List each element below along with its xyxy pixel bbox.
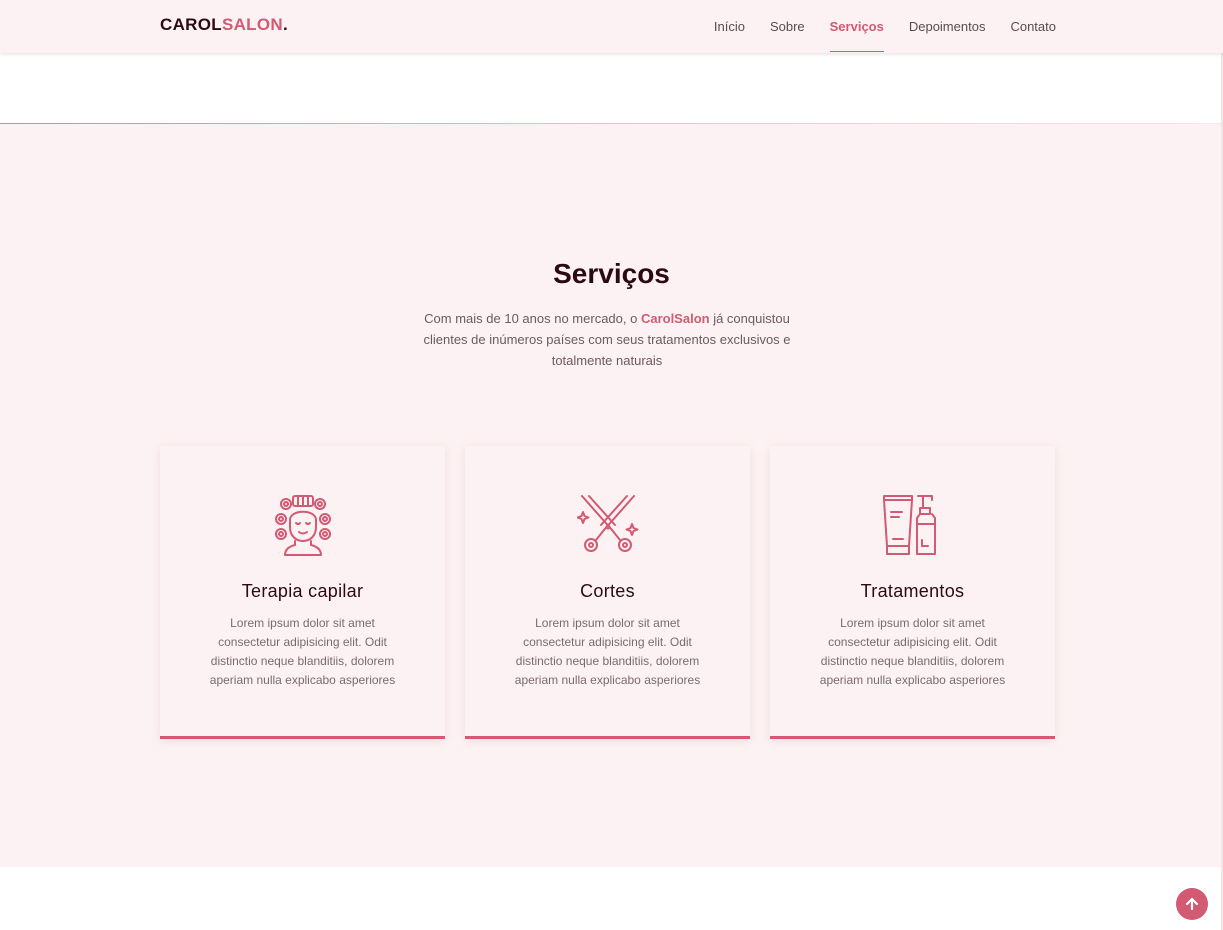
logo-dot: . (282, 15, 288, 34)
service-card-tratamentos: Tratamentos Lorem ipsum dolor sit amet c… (770, 446, 1055, 739)
logo-primary: CAROL (160, 15, 222, 34)
nav-item-sobre[interactable]: Sobre (770, 0, 805, 53)
nav-item-depoimentos[interactable]: Depoimentos (909, 0, 986, 53)
arrow-up-icon (1185, 897, 1199, 911)
service-card-text: Lorem ipsum dolor sit amet consectetur a… (514, 616, 701, 687)
service-card-text: Lorem ipsum dolor sit amet consectetur a… (819, 616, 1006, 687)
description-text-start: Com mais de 10 anos no mercado, o (424, 311, 641, 326)
description-brand: CarolSalon (640, 311, 710, 326)
service-cards: Terapia capilar Lorem ipsum dolor sit am… (160, 446, 1056, 739)
section-title: Serviços (553, 258, 670, 289)
section-description: Com mais de 10 anos no mercado, o CarolS… (406, 308, 808, 371)
hair-curlers-icon (275, 495, 331, 556)
service-card-title: Tratamentos (860, 581, 965, 601)
logo-accent: SALON (221, 15, 283, 34)
service-card-terapia-capilar: Terapia capilar Lorem ipsum dolor sit am… (160, 446, 445, 739)
nav-item-inicio[interactable]: Início (714, 0, 745, 53)
scroll-to-top-button[interactable] (1176, 888, 1208, 920)
services-section: Serviços Com mais de 10 anos no mercado,… (0, 124, 1223, 867)
cosmetic-bottles-icon (883, 495, 936, 555)
service-card-title: Cortes (580, 581, 635, 601)
main-nav: Início Sobre Serviços Depoimentos Contat… (714, 0, 1056, 53)
logo[interactable]: CAROLSALON. (160, 15, 288, 35)
nav-item-contato[interactable]: Contato (1010, 0, 1056, 53)
scissors-icon (577, 495, 639, 552)
service-card-title: Terapia capilar (241, 581, 364, 601)
site-header: CAROLSALON. Início Sobre Serviços Depoim… (0, 0, 1223, 53)
nav-item-servicos[interactable]: Serviços (829, 0, 885, 53)
service-card-cortes: Cortes Lorem ipsum dolor sit amet consec… (465, 446, 750, 739)
service-card-text: Lorem ipsum dolor sit amet consectetur a… (209, 616, 396, 687)
